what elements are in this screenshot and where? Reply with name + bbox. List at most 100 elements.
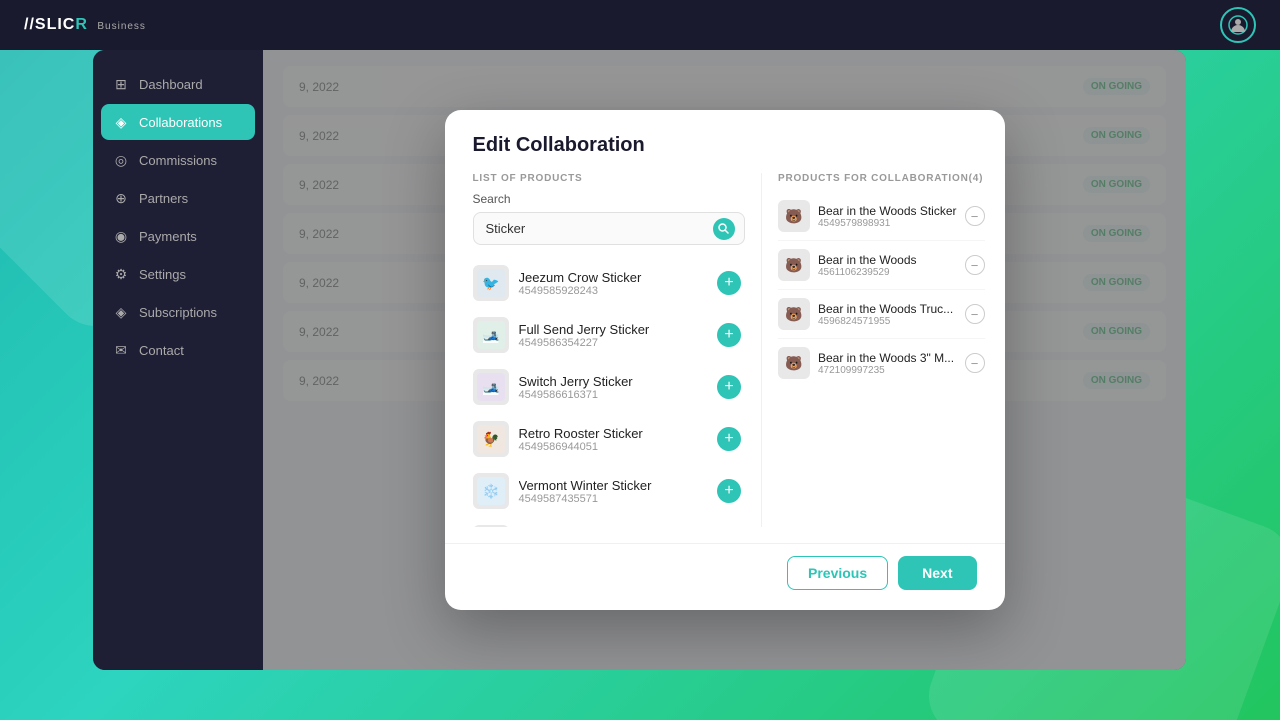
search-button[interactable] xyxy=(713,218,735,240)
sidebar-item-label-settings: Settings xyxy=(139,267,186,282)
product-info: Vermont Winter Sticker 4549587435571 xyxy=(519,478,707,505)
sidebar-item-payments[interactable]: ◉ Payments xyxy=(101,218,255,254)
remove-product-button[interactable]: − xyxy=(965,304,985,324)
sidebar-item-label-payments: Payments xyxy=(139,229,197,244)
svg-text:🐦: 🐦 xyxy=(482,275,499,291)
user-avatar[interactable] xyxy=(1220,7,1256,43)
previous-button[interactable]: Previous xyxy=(787,556,888,590)
sidebar-item-dashboard[interactable]: ⊞ Dashboard xyxy=(101,66,255,102)
product-sku: 4549586616371 xyxy=(519,389,707,401)
sidebar-item-collaborations[interactable]: ◈ Collaborations xyxy=(101,104,255,140)
collaborations-icon: ◈ xyxy=(113,114,129,130)
sidebar-nav: ⊞ Dashboard ◈ Collaborations ◎ Commissio… xyxy=(93,66,263,368)
sidebar-item-partners[interactable]: ⊕ Partners xyxy=(101,180,255,216)
remove-product-button[interactable]: − xyxy=(965,206,985,226)
products-panel-label: LIST OF PRODUCTS xyxy=(473,173,761,184)
product-thumbnail: 🎿 xyxy=(473,369,509,405)
sidebar-item-label-subscriptions: Subscriptions xyxy=(139,305,217,320)
modal-title: Edit Collaboration xyxy=(473,134,977,157)
product-info: Jeezum Crow Sticker 4549585928243 xyxy=(519,270,707,297)
search-input[interactable] xyxy=(473,212,745,245)
payments-icon: ◉ xyxy=(113,228,129,244)
add-product-button[interactable]: + xyxy=(717,323,741,347)
sidebar-item-contact[interactable]: ✉ Contact xyxy=(101,332,255,368)
remove-product-button[interactable]: − xyxy=(965,353,985,373)
edit-collaboration-modal: Edit Collaboration LIST OF PRODUCTS Sear… xyxy=(445,110,1005,610)
app-logo: //SLICR Business xyxy=(24,16,146,34)
selected-products-panel: PRODUCTS FOR COLLABORATION(4) 🐻 Bear in … xyxy=(762,173,1005,527)
selected-product-thumbnail: 🐻 xyxy=(778,298,810,330)
dashboard-icon: ⊞ xyxy=(113,76,129,92)
settings-icon: ⚙ xyxy=(113,266,129,282)
product-thumbnail: 🐓 xyxy=(473,421,509,457)
commissions-icon: ◎ xyxy=(113,152,129,168)
selected-product-name: Bear in the Woods 3" M... xyxy=(818,351,957,365)
sidebar-item-label-contact: Contact xyxy=(139,343,184,358)
modal-footer: Previous Next xyxy=(445,543,1005,610)
selected-product-item: 🐻 Bear in the Woods Truc... 459682457195… xyxy=(778,290,985,339)
selected-product-info: Bear in the Woods Truc... 4596824571955 xyxy=(818,302,957,327)
sidebar-item-commissions[interactable]: ◎ Commissions xyxy=(101,142,255,178)
selected-product-thumbnail: 🐻 xyxy=(778,347,810,379)
selected-product-thumbnail: 🐻 xyxy=(778,249,810,281)
selected-product-sku: 4549579898931 xyxy=(818,218,957,229)
products-panel: LIST OF PRODUCTS Search xyxy=(445,173,762,527)
selected-product-item: 🐻 Bear in the Woods 4561106239529 − xyxy=(778,241,985,290)
selected-product-name: Bear in the Woods xyxy=(818,253,957,267)
sidebar: ⊞ Dashboard ◈ Collaborations ◎ Commissio… xyxy=(93,50,263,670)
list-item[interactable]: 🎿 Switch Jerry Sticker 4549586616371 + xyxy=(473,361,761,413)
svg-text:🎿: 🎿 xyxy=(482,379,499,396)
selected-product-info: Bear in the Woods 3" M... 472109997235 xyxy=(818,351,957,376)
list-item[interactable]: ❄️ Vermont Winter Sticker 4549587435571 … xyxy=(473,465,761,517)
product-info: Full Send Jerry Sticker 4549586354227 xyxy=(519,322,707,349)
product-info: Retro Rooster Sticker 4549586944051 xyxy=(519,426,707,453)
modal-body: LIST OF PRODUCTS Search xyxy=(445,173,1005,543)
product-name: Jeezum Crow Sticker xyxy=(519,270,707,285)
product-name: Full Send Jerry Sticker xyxy=(519,322,707,337)
product-thumbnail: 🎿 xyxy=(473,317,509,353)
selected-product-sku: 472109997235 xyxy=(818,365,957,376)
selected-product-item: 🐻 Bear in the Woods Sticker 454957989893… xyxy=(778,192,985,241)
app-logo-sub: Business xyxy=(97,21,146,32)
list-item[interactable]: 🎿 Full Send Jerry Sticker 4549586354227 … xyxy=(473,309,761,361)
app-topbar: //SLICR Business xyxy=(0,0,1280,50)
add-product-button[interactable]: + xyxy=(717,375,741,399)
sidebar-item-subscriptions[interactable]: ◈ Subscriptions xyxy=(101,294,255,330)
product-thumbnail: ❄️ xyxy=(473,473,509,509)
main-content: 9, 2022 ON GOING 9, 2022 ON GOING 9, 202… xyxy=(263,50,1186,670)
product-sku: 4549586354227 xyxy=(519,337,707,349)
selected-product-name: Bear in the Woods Truc... xyxy=(818,302,957,316)
contact-icon: ✉ xyxy=(113,342,129,358)
add-product-button[interactable]: + xyxy=(717,271,741,295)
modal-overlay: Edit Collaboration LIST OF PRODUCTS Sear… xyxy=(263,50,1186,670)
list-item[interactable]: 🐄 Beltie Cow Euro Sticker 4549599723571 … xyxy=(473,517,761,527)
product-sku: 4549587435571 xyxy=(519,493,707,505)
selected-product-item: 🐻 Bear in the Woods 3" M... 472109997235… xyxy=(778,339,985,387)
add-product-button[interactable]: + xyxy=(717,479,741,503)
svg-text:🐓: 🐓 xyxy=(482,431,499,448)
search-label: Search xyxy=(473,192,761,206)
partners-icon: ⊕ xyxy=(113,190,129,206)
product-name: Retro Rooster Sticker xyxy=(519,426,707,441)
selected-product-info: Bear in the Woods Sticker 4549579898931 xyxy=(818,204,957,229)
next-button[interactable]: Next xyxy=(898,556,976,590)
sidebar-item-label-partners: Partners xyxy=(139,191,188,206)
sidebar-item-label-commissions: Commissions xyxy=(139,153,217,168)
product-thumbnail: 🐦 xyxy=(473,265,509,301)
remove-product-button[interactable]: − xyxy=(965,255,985,275)
add-product-button[interactable]: + xyxy=(717,427,741,451)
product-name: Vermont Winter Sticker xyxy=(519,478,707,493)
selected-product-name: Bear in the Woods Sticker xyxy=(818,204,957,218)
sidebar-item-settings[interactable]: ⚙ Settings xyxy=(101,256,255,292)
modal-header: Edit Collaboration xyxy=(445,110,1005,173)
product-info: Switch Jerry Sticker 4549586616371 xyxy=(519,374,707,401)
sidebar-item-label-dashboard: Dashboard xyxy=(139,77,203,92)
svg-text:🎿: 🎿 xyxy=(482,327,499,344)
list-item[interactable]: 🐦 Jeezum Crow Sticker 4549585928243 + xyxy=(473,257,761,309)
product-sku: 4549586944051 xyxy=(519,441,707,453)
product-sku: 4549585928243 xyxy=(519,285,707,297)
selected-product-thumbnail: 🐻 xyxy=(778,200,810,232)
product-list: 🐦 Jeezum Crow Sticker 4549585928243 + xyxy=(473,257,761,527)
app-window: ⊞ Dashboard ◈ Collaborations ◎ Commissio… xyxy=(93,50,1186,670)
list-item[interactable]: 🐓 Retro Rooster Sticker 4549586944051 + xyxy=(473,413,761,465)
